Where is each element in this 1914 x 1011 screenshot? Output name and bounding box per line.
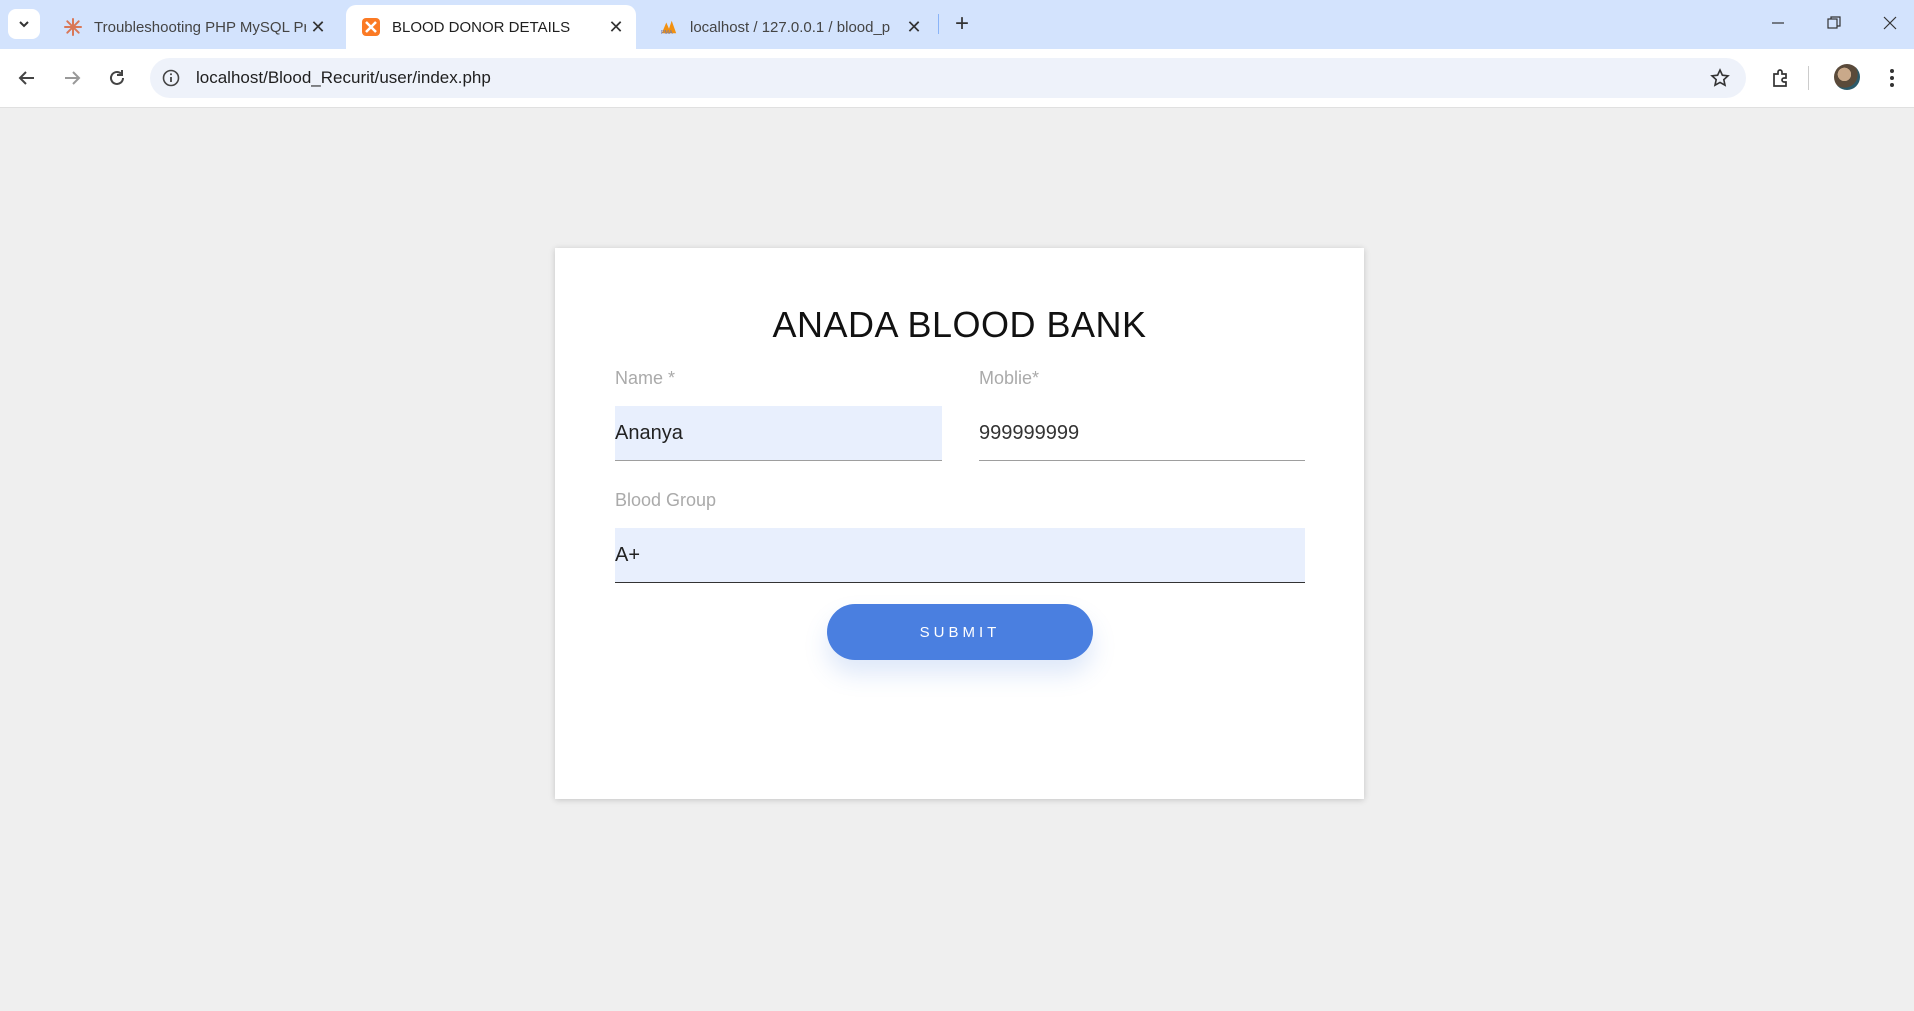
mobile-label: Moblie* (979, 368, 1040, 388)
minimize-icon (1772, 22, 1784, 24)
tab-separator (938, 14, 939, 34)
close-icon[interactable]: ✕ (604, 15, 628, 39)
close-icon[interactable]: ✕ (306, 15, 330, 39)
close-window-button[interactable] (1862, 0, 1914, 46)
tab-title: BLOOD DONOR DETAILS (392, 18, 571, 36)
tab-search-button[interactable] (8, 9, 40, 39)
chevron-down-icon (19, 21, 29, 28)
plus-icon: + (954, 10, 969, 37)
profile-avatar[interactable] (1834, 64, 1860, 90)
blood-group-label: Blood Group (615, 490, 717, 510)
tab-title: localhost / 127.0.0.1 / blood_p (690, 18, 891, 36)
tab-title: Troubleshooting PHP MySQL Pr (94, 18, 306, 36)
puzzle-icon (1773, 69, 1787, 87)
close-icon[interactable]: ✕ (902, 15, 926, 39)
arrow-left-icon (18, 71, 34, 85)
phpmyadmin-icon: PMA (660, 18, 678, 36)
reload-icon (110, 70, 124, 85)
browser-toolbar: localhost/Blood_Recurit/user/index.php (0, 49, 1914, 108)
extensions-button[interactable] (1765, 62, 1797, 94)
xampp-icon (362, 18, 380, 36)
page-title: ANADA BLOOD BANK (772, 304, 1147, 345)
tab-troubleshooting[interactable]: Troubleshooting PHP MySQL Pr ✕ (48, 5, 338, 49)
donor-form-card: ANADA BLOOD BANK Name * Ananya Moblie* 9… (555, 248, 1364, 799)
address-bar[interactable]: localhost/Blood_Recurit/user/index.php (150, 58, 1746, 98)
tab-strip: Troubleshooting PHP MySQL Pr ✕ BLOOD DON… (0, 0, 1914, 49)
sparkle-icon (64, 18, 82, 36)
restore-icon (1827, 16, 1841, 29)
name-input[interactable]: Ananya (615, 406, 942, 461)
toolbar-divider (1808, 66, 1809, 90)
svg-text:PMA: PMA (661, 30, 673, 36)
mobile-value: 999999999 (979, 421, 1080, 444)
reload-button[interactable] (101, 62, 133, 94)
submit-button[interactable]: SUBMIT (827, 604, 1093, 660)
close-icon (1883, 16, 1897, 30)
restore-button[interactable] (1806, 0, 1862, 46)
bookmark-star-icon[interactable] (1708, 66, 1732, 90)
name-label: Name * (615, 368, 676, 388)
back-button[interactable] (11, 62, 43, 94)
new-tab-button[interactable]: + (948, 10, 976, 38)
blood-group-value: A+ (615, 543, 641, 566)
name-value: Ananya (615, 421, 683, 444)
menu-button[interactable] (1876, 62, 1908, 94)
forward-button[interactable] (56, 62, 88, 94)
url-text: localhost/Blood_Recurit/user/index.php (196, 68, 491, 87)
tab-phpmyadmin[interactable]: PMA localhost / 127.0.0.1 / blood_p ✕ (644, 5, 934, 49)
arrow-right-icon (65, 71, 81, 85)
tab-blood-donor-details[interactable]: BLOOD DONOR DETAILS ✕ (346, 5, 636, 49)
site-info-icon[interactable] (160, 67, 182, 89)
minimize-button[interactable] (1750, 0, 1806, 46)
mobile-input[interactable]: 999999999 (979, 406, 1305, 461)
blood-group-input[interactable]: A+ (615, 528, 1305, 583)
more-vert-icon (1890, 69, 1894, 87)
